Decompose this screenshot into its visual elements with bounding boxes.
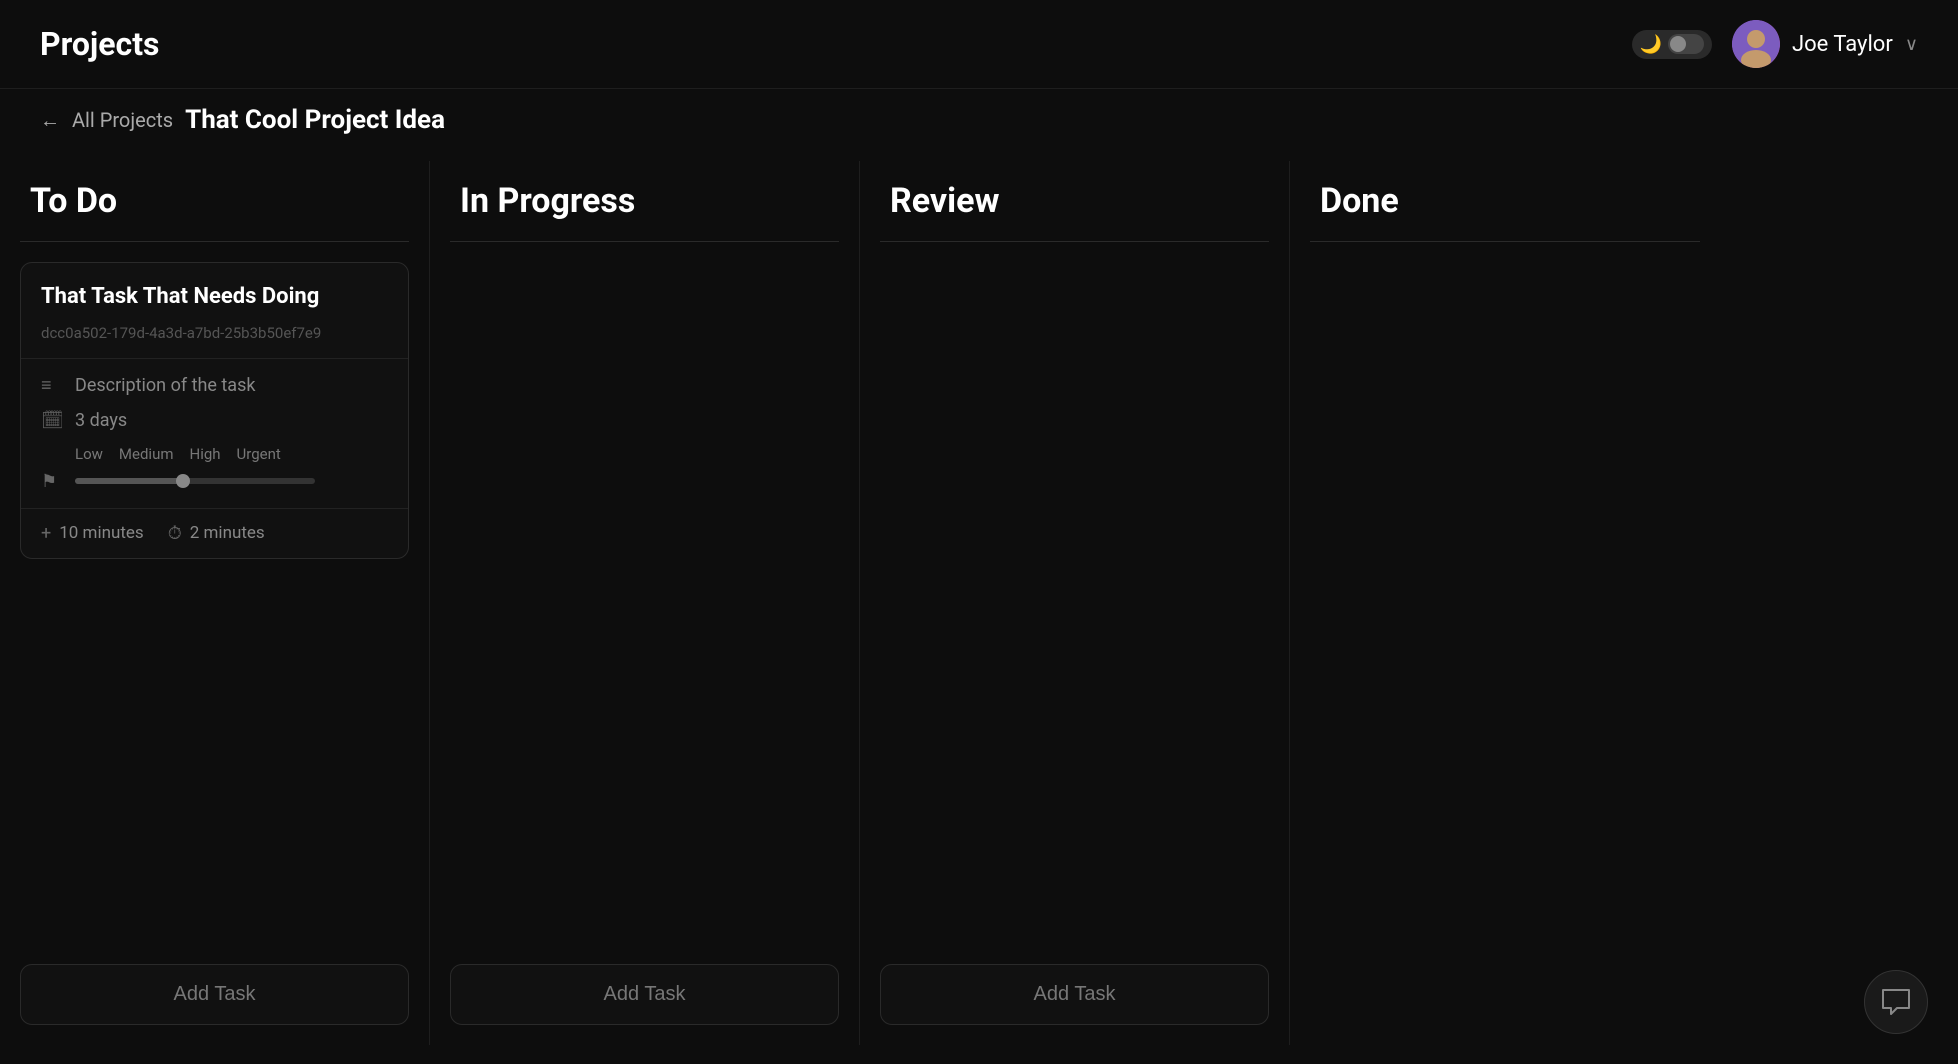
time-add-item: + 10 minutes: [41, 523, 144, 544]
column-in-progress: In Progress Add Task: [430, 161, 860, 1045]
app-title: Projects: [40, 25, 159, 63]
column-divider-in-progress: [450, 241, 839, 242]
add-task-button-in-progress[interactable]: Add Task: [450, 964, 839, 1025]
column-spacer-in-progress: [450, 262, 839, 964]
project-title: That Cool Project Idea: [185, 105, 445, 135]
column-divider-todo: [20, 241, 409, 242]
user-name: Joe Taylor: [1792, 32, 1893, 57]
column-review: Review Add Task: [860, 161, 1290, 1045]
header-right: 🌙 Joe Taylor ∨: [1632, 20, 1918, 68]
moon-icon: 🌙: [1640, 34, 1662, 55]
description-text: Description of the task: [75, 375, 255, 396]
toggle-switch[interactable]: [1668, 34, 1704, 54]
task-card-0[interactable]: That Task That Needs Doing dcc0a502-179d…: [20, 262, 409, 559]
header: Projects 🌙 Joe Taylor ∨: [0, 0, 1958, 89]
priority-labels: Low Medium High Urgent: [41, 445, 388, 463]
chevron-down-icon: ∨: [1905, 34, 1918, 55]
chat-bubble[interactable]: [1864, 970, 1928, 1034]
breadcrumb: ← All Projects That Cool Project Idea: [0, 89, 1958, 151]
column-header-todo: To Do: [20, 181, 409, 221]
add-task-button-review[interactable]: Add Task: [880, 964, 1269, 1025]
column-header-review: Review: [880, 181, 1269, 221]
priority-slider[interactable]: [75, 478, 315, 484]
description-icon: ≡: [41, 375, 63, 396]
add-task-button-todo[interactable]: Add Task: [20, 964, 409, 1025]
column-spacer-todo: [20, 575, 409, 964]
column-divider-done: [1310, 241, 1700, 242]
priority-label-urgent: Urgent: [237, 445, 281, 463]
column-spacer-review: [880, 262, 1269, 964]
task-footer: + 10 minutes ⏱ 2 minutes: [21, 509, 408, 558]
all-projects-link[interactable]: All Projects: [72, 108, 173, 132]
priority-slider-fill: [75, 478, 183, 484]
duration-text: 3 days: [75, 410, 127, 431]
column-header-done: Done: [1310, 181, 1700, 221]
priority-label-low: Low: [75, 445, 103, 463]
user-profile[interactable]: Joe Taylor ∨: [1732, 20, 1918, 68]
time-clock-item: ⏱ 2 minutes: [168, 523, 265, 544]
column-header-in-progress: In Progress: [450, 181, 839, 221]
flag-icon: ⚑: [41, 471, 63, 492]
plus-icon: +: [41, 523, 51, 544]
dark-mode-toggle[interactable]: 🌙: [1632, 30, 1712, 59]
priority-label-medium: Medium: [119, 445, 174, 463]
toggle-knob: [1670, 36, 1686, 52]
clock-icon: ⏱: [168, 523, 182, 544]
task-id: dcc0a502-179d-4a3d-a7bd-25b3b50ef7e9: [41, 324, 388, 342]
time-clock-text: 2 minutes: [190, 523, 265, 543]
task-card-main: That Task That Needs Doing dcc0a502-179d…: [21, 263, 408, 359]
task-details: ≡ Description of the task 🗓 3 days Low M…: [21, 359, 408, 509]
time-add-text: 10 minutes: [59, 523, 143, 543]
column-spacer-done: [1310, 262, 1700, 1025]
header-left: Projects: [40, 25, 159, 63]
priority-slider-thumb: [176, 474, 190, 488]
column-divider-review: [880, 241, 1269, 242]
calendar-icon: 🗓: [41, 410, 63, 431]
column-done: Done: [1290, 161, 1720, 1045]
column-todo: To Do That Task That Needs Doing dcc0a50…: [0, 161, 430, 1045]
priority-slider-row: ⚑: [41, 471, 388, 492]
avatar: [1732, 20, 1780, 68]
back-arrow[interactable]: ←: [40, 108, 60, 133]
task-title: That Task That Needs Doing: [41, 283, 388, 312]
kanban-board: To Do That Task That Needs Doing dcc0a50…: [0, 151, 1958, 1055]
priority-section: Low Medium High Urgent ⚑: [41, 445, 388, 492]
description-row: ≡ Description of the task: [41, 375, 388, 396]
duration-row: 🗓 3 days: [41, 410, 388, 431]
priority-label-high: High: [190, 445, 221, 463]
